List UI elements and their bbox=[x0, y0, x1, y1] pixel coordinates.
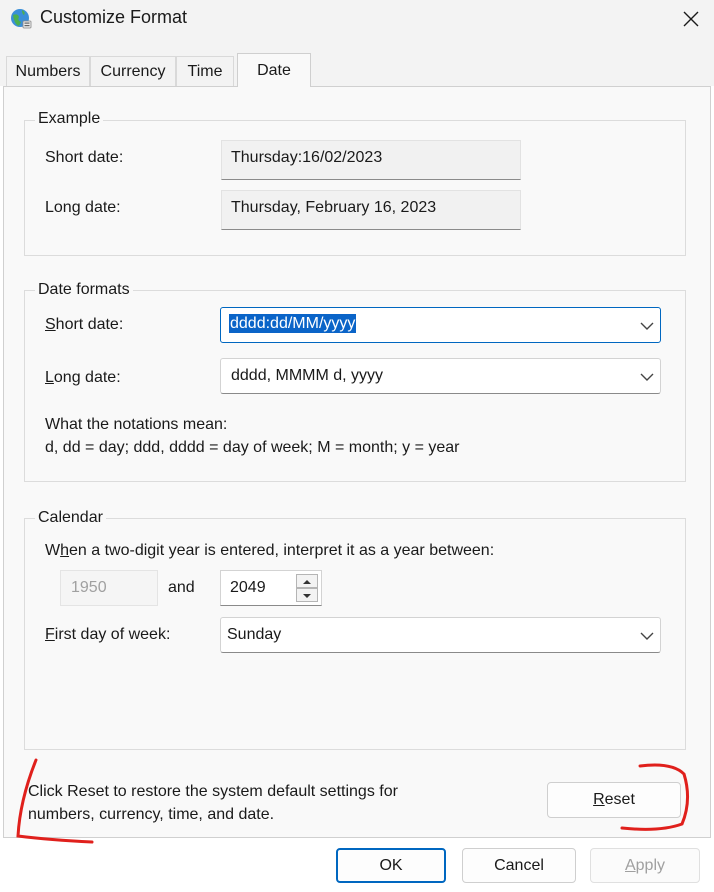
year-to-value[interactable]: 2049 bbox=[230, 579, 266, 597]
notation-text: d, dd = day; ddd, dddd = day of week; M … bbox=[45, 439, 460, 456]
long-date-label-rest: ong date: bbox=[53, 369, 121, 386]
first-day-combobox[interactable]: Sunday bbox=[220, 617, 661, 653]
tab-currency[interactable]: Currency bbox=[90, 56, 176, 86]
two-digit-year-label-start: W bbox=[45, 542, 61, 559]
first-day-label-rest: irst day of week: bbox=[54, 626, 171, 643]
tab-numbers[interactable]: Numbers bbox=[6, 56, 90, 86]
example-short-value: Thursday:16/02/2023 bbox=[221, 140, 521, 180]
apply-accel: A bbox=[624, 856, 636, 874]
spin-up-icon bbox=[303, 580, 311, 584]
red-annotation-marks bbox=[16, 758, 689, 844]
two-digit-year-accel: h bbox=[60, 542, 70, 559]
short-date-accel: S bbox=[45, 316, 56, 333]
tab-date[interactable]: Date bbox=[237, 53, 311, 87]
year-to-spinbox[interactable]: 2049 bbox=[220, 570, 322, 606]
chevron-down-icon[interactable] bbox=[639, 372, 655, 382]
globe-settings-icon bbox=[11, 9, 32, 29]
apply-button[interactable]: Apply bbox=[590, 848, 700, 883]
first-day-value[interactable]: Sunday bbox=[227, 626, 281, 644]
short-date-label: Short date: bbox=[45, 316, 123, 334]
short-date-value[interactable]: dddd:dd/MM/yyyy bbox=[229, 314, 357, 333]
chevron-down-icon[interactable] bbox=[639, 321, 655, 331]
long-date-label: Long date: bbox=[45, 369, 121, 387]
year-from-value: 1950 bbox=[71, 579, 107, 596]
close-button[interactable] bbox=[668, 0, 714, 38]
and-label: and bbox=[168, 579, 195, 596]
two-digit-year-label: When a two-digit year is entered, interp… bbox=[45, 542, 494, 560]
spin-down-icon bbox=[303, 594, 311, 598]
apply-label-rest: pply bbox=[635, 856, 666, 874]
example-long-label: Long date: bbox=[45, 199, 121, 216]
short-date-label-rest: hort date: bbox=[55, 316, 124, 333]
ok-button[interactable]: OK bbox=[336, 848, 446, 883]
example-legend: Example bbox=[35, 110, 104, 128]
long-date-combobox[interactable]: dddd, MMMM d, yyyy bbox=[220, 358, 661, 394]
two-digit-year-label-rest: en a two-digit year is entered, interpre… bbox=[69, 542, 495, 559]
close-icon bbox=[683, 11, 699, 27]
first-day-label: First day of week: bbox=[45, 626, 170, 644]
year-from-field: 1950 bbox=[60, 570, 158, 606]
long-date-value[interactable]: dddd, MMMM d, yyyy bbox=[231, 367, 383, 385]
tab-time[interactable]: Time bbox=[176, 56, 234, 86]
notation-title: What the notations mean: bbox=[45, 416, 228, 433]
calendar-legend: Calendar bbox=[35, 509, 106, 527]
first-day-accel: F bbox=[45, 626, 55, 643]
long-date-accel: L bbox=[45, 369, 54, 386]
cancel-button[interactable]: Cancel bbox=[462, 848, 576, 883]
example-short-label: Short date: bbox=[45, 149, 124, 166]
spin-up-button[interactable] bbox=[296, 574, 318, 588]
example-long-value: Thursday, February 16, 2023 bbox=[221, 190, 521, 230]
short-date-combobox[interactable]: dddd:dd/MM/yyyy bbox=[220, 307, 661, 343]
window-title: Customize Format bbox=[40, 7, 188, 27]
chevron-down-icon[interactable] bbox=[639, 631, 655, 641]
spin-down-button[interactable] bbox=[296, 588, 318, 602]
date-formats-legend: Date formats bbox=[35, 281, 133, 299]
